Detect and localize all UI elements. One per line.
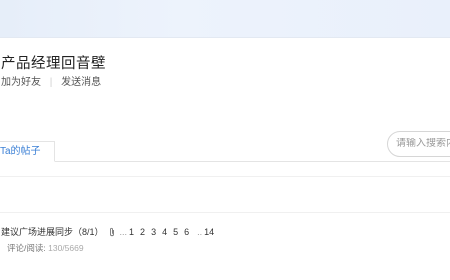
- search-input[interactable]: [396, 138, 450, 149]
- pagination-ellipsis: ...: [119, 226, 128, 237]
- page-link[interactable]: 6: [184, 227, 189, 237]
- last-page-link[interactable]: 14: [204, 227, 214, 237]
- profile-actions: 加为好友 | 发送消息: [1, 73, 101, 88]
- tab-bar-divider: [0, 161, 450, 162]
- page-title: 产品经理回音壁: [1, 56, 106, 72]
- list-divider: [0, 176, 450, 177]
- page-link[interactable]: 2: [140, 227, 145, 237]
- post-pagination: ... 1 2 3 4 5 6 .. 14: [118, 227, 221, 237]
- tab-user-posts[interactable]: Ta的帖子: [0, 141, 55, 162]
- send-message-link[interactable]: 发送消息: [61, 77, 101, 88]
- paperclip-icon: [108, 227, 116, 237]
- action-divider: |: [49, 77, 53, 88]
- pagination-ellipsis: ..: [197, 226, 203, 237]
- page-link[interactable]: 3: [151, 227, 156, 237]
- page-link[interactable]: 5: [173, 227, 178, 237]
- search-box[interactable]: [387, 131, 450, 157]
- list-divider: [0, 212, 450, 213]
- post-title-link[interactable]: 建议广场进展同步（8/1）: [1, 225, 104, 238]
- list-item: 建议广场进展同步（8/1） ... 1 2 3 4 5 6 .. 14: [1, 225, 220, 238]
- page-link[interactable]: 1: [129, 227, 134, 237]
- stats-value: 130/5669: [48, 243, 84, 253]
- stats-label: 评论/阅读:: [7, 243, 46, 253]
- add-friend-link[interactable]: 加为好友: [1, 77, 41, 88]
- top-banner: [0, 0, 450, 38]
- post-stats: 评论/阅读: 130/5669: [1, 242, 84, 254]
- page-link[interactable]: 4: [162, 227, 167, 237]
